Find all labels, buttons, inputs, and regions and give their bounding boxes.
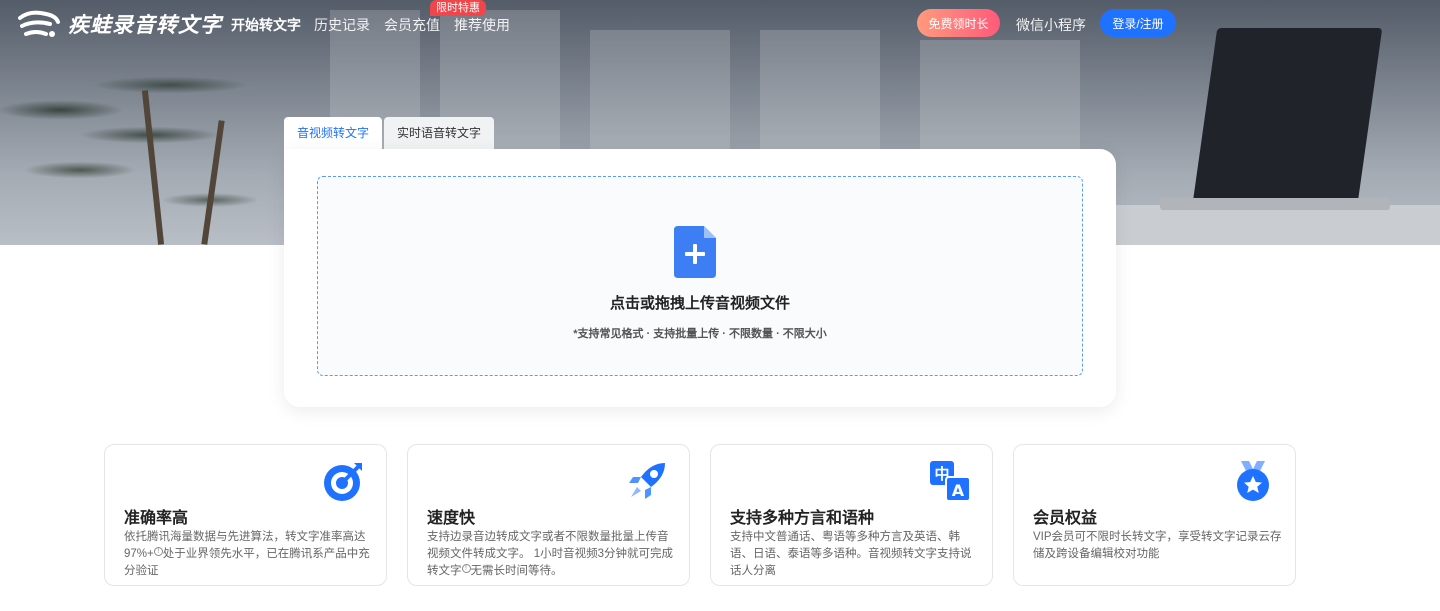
free-time-button[interactable]: 免费领时长 — [917, 9, 1000, 37]
svg-text:A: A — [952, 481, 965, 500]
nav-recommend[interactable]: 推荐使用 — [454, 15, 510, 35]
feature-title: 会员权益 — [1033, 510, 1098, 527]
rocket-icon — [629, 463, 665, 499]
info-icon[interactable]: ! — [461, 564, 471, 573]
frog-logo-icon — [18, 10, 60, 37]
feature-title: 支持多种方言和语种 — [730, 510, 875, 527]
translate-icon: 中 A — [930, 461, 971, 502]
target-icon — [324, 463, 362, 501]
feature-desc: VIP会员可不限时长转文字，享受转文字记录云存储及跨设备编辑校对功能 — [1033, 531, 1282, 560]
upload-dropzone[interactable]: 点击或拖拽上传音视频文件 *支持常见格式 · 支持批量上传 · 不限数量 · 不… — [317, 176, 1083, 376]
feature-card-accuracy: 准确率高 依托腾讯海量数据与先进算法，转文字准率高达97%+! 处于业界领先水平，… — [104, 444, 387, 586]
feature-title: 速度快 — [427, 510, 476, 527]
upload-panel: 点击或拖拽上传音视频文件 *支持常见格式 · 支持批量上传 · 不限数量 · 不… — [284, 149, 1116, 407]
wechat-mini-program-link[interactable]: 微信小程序 — [1016, 15, 1086, 35]
feature-title: 准确率高 — [124, 510, 189, 527]
tab-realtime-speech[interactable]: 实时语音转文字 — [384, 117, 495, 149]
top-header: 疾蛙录音转文字 开始转文字 历史记录 会员充值 限时特惠 推荐使用 免费领时长 … — [0, 0, 1440, 48]
feature-desc: 依托腾讯海量数据与先进算法，转文字准率高达97%+! 处于业界领先水平，已在腾讯系… — [124, 531, 370, 577]
feature-desc: 支持边录音边转成文字或者不限数量批量上传音视频文件转成文字。 1小时音视频3分钟… — [427, 531, 673, 577]
logo-text: 疾蛙录音转文字 — [68, 14, 222, 37]
nav-membership-recharge[interactable]: 会员充值 — [384, 15, 440, 35]
nav-history[interactable]: 历史记录 — [314, 15, 370, 35]
nav-start-transcribe[interactable]: 开始转文字 — [231, 15, 301, 35]
limited-offer-badge: 限时特惠 — [430, 0, 486, 16]
login-register-button[interactable]: 登录/注册 — [1100, 9, 1176, 37]
upload-title: 点击或拖拽上传音视频文件 — [609, 295, 790, 312]
logo[interactable]: 疾蛙录音转文字 — [16, 8, 222, 40]
feature-card-speed: 速度快 支持边录音边转成文字或者不限数量批量上传音视频文件转成文字。 1小时音视… — [407, 444, 690, 586]
tab-av-to-text[interactable]: 音视频转文字 — [284, 117, 383, 149]
vip-medal-icon — [1237, 461, 1269, 501]
upload-subtitle: *支持常见格式 · 支持批量上传 · 不限数量 · 不限大小 — [573, 328, 827, 340]
feature-card-languages: 中 A 支持多种方言和语种 支持中文普通话、粤语等多种方言及英语、韩语、日语、泰… — [710, 444, 993, 586]
upload-tabs: 音视频转文字 实时语音转文字 — [284, 117, 495, 149]
info-icon[interactable]: ! — [153, 547, 163, 556]
feature-card-membership: 会员权益 VIP会员可不限时长转文字，享受转文字记录云存储及跨设备编辑校对功能 — [1013, 444, 1296, 586]
add-file-icon — [674, 226, 716, 278]
feature-desc: 支持中文普通话、粤语等多种方言及英语、韩语、日语、泰语等多语种。音视频转文字支持… — [730, 531, 972, 577]
